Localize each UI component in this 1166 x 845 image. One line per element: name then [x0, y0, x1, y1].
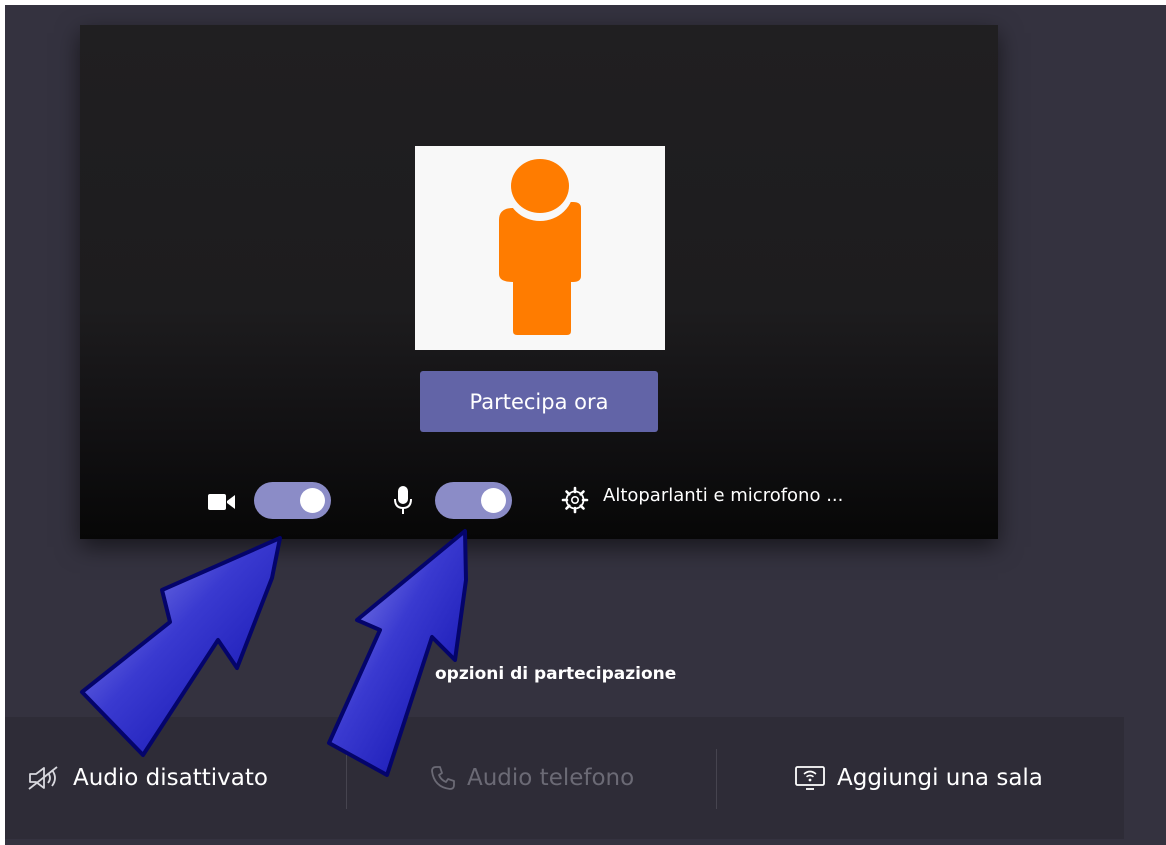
- room-display-icon: [795, 766, 825, 790]
- person-icon: [499, 155, 581, 335]
- join-now-button[interactable]: Partecipa ora: [420, 371, 658, 432]
- join-options-heading: opzioni di partecipazione: [435, 664, 677, 684]
- microphone-icon: [394, 486, 412, 514]
- video-preview-panel: Partecipa ora Altoparlanti e microfono .…: [80, 25, 998, 539]
- camera-toggle-knob: [300, 488, 325, 513]
- user-avatar: [415, 146, 665, 350]
- join-options-bar: Audio disattivato Audio telefono Aggiung…: [5, 717, 1124, 839]
- options-divider: [346, 749, 347, 809]
- device-settings-link[interactable]: Altoparlanti e microfono ...: [603, 485, 843, 506]
- audio-off-label: Audio disattivato: [73, 765, 268, 791]
- audio-off-option[interactable]: Audio disattivato: [27, 717, 268, 839]
- options-divider: [716, 749, 717, 809]
- speaker-muted-icon: [28, 766, 58, 790]
- video-camera-icon: [208, 494, 235, 510]
- phone-audio-option[interactable]: Audio telefono: [429, 717, 634, 839]
- camera-toggle[interactable]: [254, 482, 331, 519]
- phone-icon: [431, 766, 455, 790]
- microphone-toggle[interactable]: [435, 482, 512, 519]
- gear-icon[interactable]: [560, 485, 590, 515]
- add-room-option[interactable]: Aggiungi una sala: [793, 717, 1043, 839]
- microphone-toggle-knob: [481, 488, 506, 513]
- add-room-label: Aggiungi una sala: [837, 765, 1043, 791]
- phone-audio-label: Audio telefono: [467, 765, 635, 791]
- meeting-prejoin-screen: Partecipa ora Altoparlanti e microfono .…: [5, 5, 1166, 845]
